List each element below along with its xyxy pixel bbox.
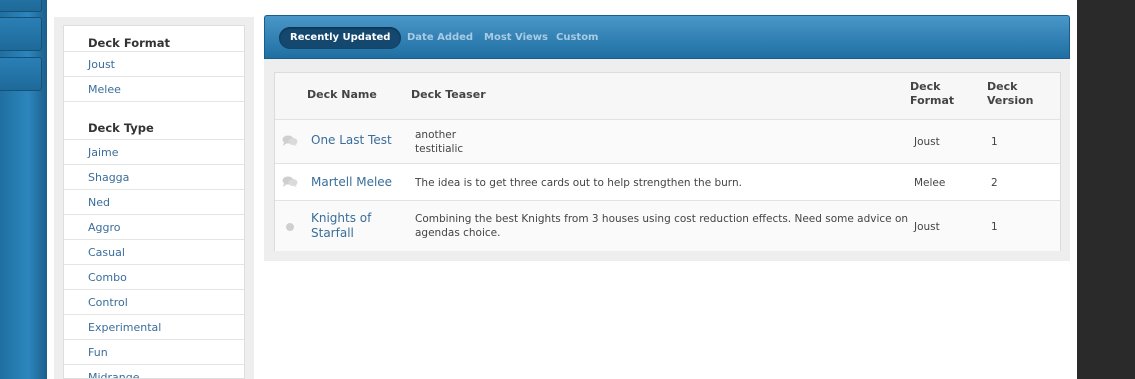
- filter-type-jaime[interactable]: Jaime: [64, 139, 244, 164]
- deck-name-link[interactable]: Knights of Starfall: [311, 211, 371, 241]
- tab-custom[interactable]: Custom: [556, 27, 598, 49]
- deck-name-line: Starfall: [311, 226, 354, 240]
- deck-version: 1: [991, 136, 998, 148]
- deck-teaser-line: Combining the best Knights from 3 houses…: [415, 213, 909, 225]
- filter-sidebar: Deck Format Joust Melee Deck Type Jaime …: [54, 17, 254, 379]
- speech-bubbles-icon: [282, 135, 298, 147]
- col-deck-version-line2: Version: [987, 94, 1034, 107]
- sort-tab-bar: Recently Updated Date Added Most Views C…: [264, 15, 1070, 59]
- filter-type-casual[interactable]: Casual: [64, 239, 244, 264]
- deck-table: Deck Name Deck Teaser Deck Format Deck V…: [274, 72, 1061, 251]
- deck-format: Joust: [914, 136, 940, 148]
- deck-type-heading: Deck Type: [64, 101, 244, 139]
- deck-teaser: The idea is to get three cards out to he…: [415, 177, 742, 189]
- left-nav-strip: [0, 0, 47, 379]
- col-deck-version-line1: Deck: [987, 80, 1018, 93]
- speech-bubbles-icon: [282, 176, 298, 188]
- tab-most-views[interactable]: Most Views: [484, 27, 548, 49]
- left-nav-tab[interactable]: [0, 0, 42, 12]
- col-deck-format[interactable]: Deck Format: [910, 80, 954, 108]
- table-row: One Last Test another testitialic Joust …: [275, 119, 1060, 163]
- filter-type-shagga[interactable]: Shagga: [64, 164, 244, 189]
- filter-format-joust[interactable]: Joust: [64, 51, 244, 76]
- left-nav-tab[interactable]: [0, 17, 42, 51]
- deck-format-heading: Deck Format: [88, 36, 171, 50]
- deck-name-link[interactable]: One Last Test: [311, 133, 392, 147]
- filter-type-combo[interactable]: Combo: [64, 264, 244, 289]
- col-deck-name[interactable]: Deck Name: [307, 88, 377, 102]
- filter-type-control[interactable]: Control: [64, 289, 244, 314]
- filter-type-aggro[interactable]: Aggro: [64, 214, 244, 239]
- deck-teaser-line: testitialic: [415, 143, 464, 155]
- col-deck-teaser[interactable]: Deck Teaser: [411, 88, 486, 102]
- col-deck-format-line2: Format: [910, 94, 955, 107]
- filter-type-ned[interactable]: Ned: [64, 189, 244, 214]
- deck-format: Joust: [914, 221, 940, 233]
- deck-teaser: another testitialic: [415, 128, 463, 156]
- deck-teaser-line: another: [415, 129, 457, 141]
- deck-format: Melee: [914, 177, 946, 189]
- dot-icon: [286, 223, 294, 231]
- left-nav-tab[interactable]: [0, 57, 42, 91]
- tab-recently-updated[interactable]: Recently Updated: [279, 27, 402, 49]
- filter-format-melee[interactable]: Melee: [64, 76, 244, 101]
- filter-list: Deck Format Joust Melee Deck Type Jaime …: [63, 25, 245, 379]
- deck-version: 2: [991, 177, 998, 189]
- deck-list-panel: Recently Updated Date Added Most Views C…: [264, 15, 1070, 261]
- tab-date-added[interactable]: Date Added: [407, 27, 473, 49]
- table-header: Deck Name Deck Teaser Deck Format Deck V…: [275, 73, 1060, 119]
- deck-teaser-line: agendas choice.: [415, 227, 501, 239]
- deck-teaser: Combining the best Knights from 3 houses…: [415, 212, 908, 240]
- col-deck-version[interactable]: Deck Version: [987, 80, 1034, 108]
- filter-type-fun[interactable]: Fun: [64, 339, 244, 364]
- deck-version: 1: [991, 221, 998, 233]
- col-deck-format-line1: Deck: [910, 80, 941, 93]
- filter-type-midrange[interactable]: Midrange: [64, 364, 244, 378]
- table-row: Knights of Starfall Combining the best K…: [275, 200, 1060, 251]
- filter-type-experimental[interactable]: Experimental: [64, 314, 244, 339]
- deck-name-link[interactable]: Martell Melee: [311, 175, 392, 189]
- table-row: Martell Melee The idea is to get three c…: [275, 163, 1060, 200]
- deck-name-line: Knights of: [311, 211, 372, 225]
- right-dark-panel: [1077, 0, 1135, 379]
